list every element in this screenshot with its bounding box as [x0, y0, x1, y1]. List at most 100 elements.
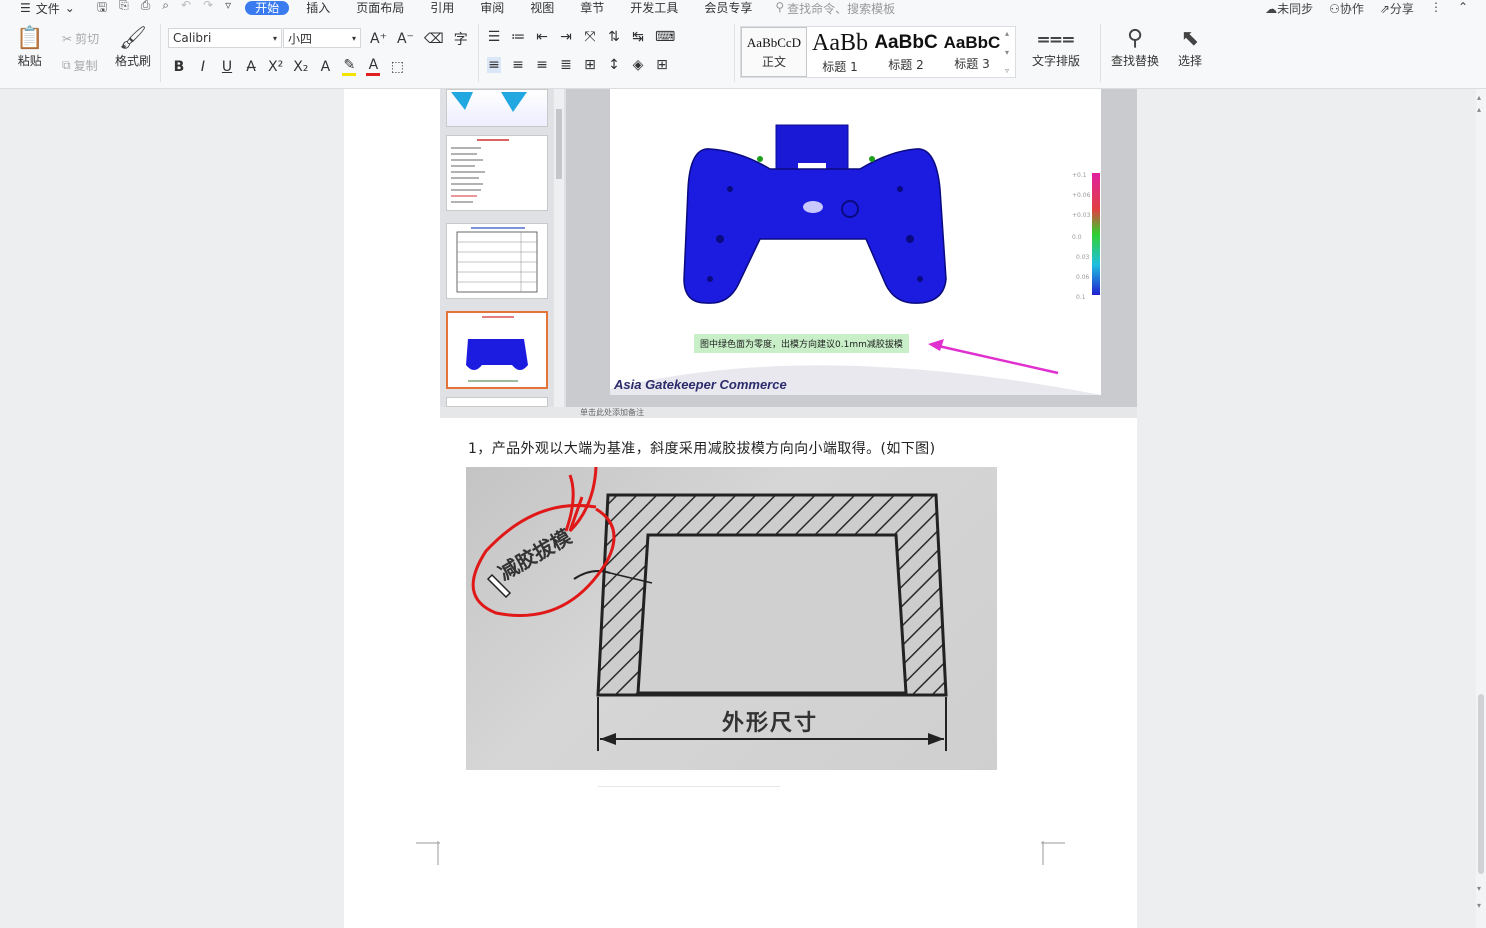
- thumbnail-image: [456, 227, 538, 293]
- style-gallery-scroll[interactable]: ▴ ▾ ▿: [1005, 27, 1015, 77]
- slide-thumbnail: [446, 89, 548, 127]
- distribute-icon[interactable]: ⊞: [583, 57, 597, 73]
- strikethrough-icon[interactable]: A̶: [244, 59, 258, 75]
- grow-font-icon[interactable]: A⁺: [370, 31, 387, 47]
- share-button[interactable]: ⇗分享: [1380, 0, 1414, 17]
- slide-thumbnail: [446, 223, 548, 299]
- underline-icon[interactable]: U: [220, 59, 234, 75]
- numbered-list-icon[interactable]: ≔: [511, 29, 525, 45]
- tab-view[interactable]: 视图: [517, 1, 567, 15]
- phonetic-guide-icon[interactable]: 字: [454, 29, 468, 49]
- thumbnail-scrollbar[interactable]: [554, 89, 564, 407]
- scroll-down-icon[interactable]: ▾: [1477, 884, 1481, 893]
- scrollbar-thumb[interactable]: [1478, 694, 1484, 874]
- tab-section[interactable]: 章节: [567, 1, 617, 15]
- command-search[interactable]: ⚲ 查找命令、搜索模板: [775, 0, 895, 17]
- expand-gallery-icon[interactable]: ▿: [1005, 66, 1015, 75]
- font-color-icon[interactable]: A: [366, 57, 381, 76]
- scissors-icon: ✂: [62, 31, 73, 46]
- user-icon: ⚇: [1329, 2, 1340, 16]
- collapse-ribbon-icon[interactable]: ⌃: [1458, 0, 1468, 17]
- command-search-placeholder: 查找命令、搜索模板: [787, 1, 896, 16]
- bullet-list-icon[interactable]: ☰: [487, 29, 501, 45]
- clear-format-icon[interactable]: ⌫: [424, 31, 444, 47]
- share-label: 分享: [1389, 2, 1414, 16]
- tab-insert[interactable]: 插入: [293, 1, 343, 15]
- format-painter-label: 格式刷: [115, 54, 152, 68]
- vertical-scrollbar[interactable]: ▴ ▴ ▾ ▾: [1476, 89, 1486, 928]
- embedded-slide-screenshot[interactable]: +0.1 +0.06 +0.03 0.0 0.03 0.06 0.1 图中绿色面…: [440, 89, 1137, 418]
- style-normal[interactable]: AaBbCcD 正文: [741, 27, 807, 77]
- select-button[interactable]: ⬉ 选择: [1178, 26, 1202, 69]
- sync-status[interactable]: ☁未同步: [1265, 0, 1313, 17]
- subscript-icon[interactable]: X₂: [293, 59, 308, 75]
- draft-angle-photo[interactable]: 减胶拔模 外形尺寸: [466, 467, 997, 770]
- page-corner-mark: [1041, 841, 1065, 865]
- scroll-up-icon[interactable]: ▴: [1477, 105, 1481, 114]
- style-heading-3[interactable]: AaBbC 标题 3: [939, 27, 1005, 77]
- text-layout-button[interactable]: ⩶ 文字排版: [1032, 26, 1080, 69]
- slide-notes-bar: 单击此处添加备注: [440, 407, 1137, 418]
- style-preview: AaBbCcD: [746, 34, 802, 50]
- sort-icon[interactable]: ⇅: [607, 29, 621, 45]
- tab-review[interactable]: 审阅: [467, 1, 517, 15]
- copy-button[interactable]: ⧉ 复制: [62, 57, 98, 74]
- decrease-indent-icon[interactable]: ⇤: [535, 29, 549, 45]
- style-heading-2[interactable]: AaBbC 标题 2: [873, 27, 939, 77]
- shrink-font-icon[interactable]: A⁻: [397, 31, 414, 47]
- line-spacing-icon[interactable]: ↕: [607, 57, 621, 73]
- document-page[interactable]: +0.1 +0.06 +0.03 0.0 0.03 0.06 0.1 图中绿色面…: [344, 89, 1137, 928]
- text-effect-icon[interactable]: A: [318, 59, 332, 75]
- align-right-icon[interactable]: ≡: [535, 57, 549, 73]
- svg-text:+0.1: +0.1: [1072, 172, 1087, 179]
- increase-indent-icon[interactable]: ⇥: [559, 29, 573, 45]
- show-marks-icon[interactable]: ⌨: [655, 29, 675, 45]
- align-left-icon[interactable]: ≡: [487, 57, 501, 73]
- font-name-select[interactable]: Calibri ▾: [168, 28, 282, 48]
- char-border-icon[interactable]: ⬚: [390, 59, 404, 75]
- paste-button[interactable]: 📋 粘贴: [16, 26, 43, 69]
- bold-icon[interactable]: B: [172, 59, 186, 75]
- chevron-up-icon[interactable]: ▴: [1005, 29, 1015, 38]
- tab-references[interactable]: 引用: [417, 1, 467, 15]
- italic-icon[interactable]: I: [196, 59, 210, 75]
- document-workspace: +0.1 +0.06 +0.03 0.0 0.03 0.06 0.1 图中绿色面…: [0, 89, 1476, 928]
- chevron-down-icon[interactable]: ▾: [1005, 48, 1015, 57]
- svg-text:+0.03: +0.03: [1072, 212, 1091, 219]
- scroll-down-icon[interactable]: ▾: [1477, 901, 1481, 910]
- style-preview: AaBb: [812, 29, 868, 56]
- cloud-icon: ☁: [1265, 2, 1278, 16]
- file-menu[interactable]: ☰ 文件 ⌄: [20, 0, 75, 17]
- scroll-up-icon[interactable]: ▴: [1477, 93, 1481, 102]
- divider: [478, 24, 479, 82]
- format-painter-button[interactable]: 🖌 格式刷: [115, 26, 151, 69]
- align-center-icon[interactable]: ≡: [511, 57, 525, 73]
- highlight-icon[interactable]: ✎: [342, 57, 357, 76]
- chevron-down-icon: ▾: [351, 33, 356, 43]
- scrollbar-thumb[interactable]: [556, 109, 562, 179]
- superscript-icon[interactable]: X²: [268, 59, 283, 75]
- tab-developer[interactable]: 开发工具: [617, 1, 691, 15]
- shading-icon[interactable]: ◈: [631, 57, 645, 73]
- tab-page-layout[interactable]: 页面布局: [343, 1, 417, 15]
- justify-icon[interactable]: ≣: [559, 57, 573, 73]
- borders-icon[interactable]: ⊞: [655, 57, 669, 73]
- find-replace-button[interactable]: ⚲ 查找替换: [1111, 26, 1159, 69]
- collaborate-button[interactable]: ⚇协作: [1329, 0, 1364, 17]
- slide-note-label: 图中绿色面为零度，出模方向建议0.1mm减胶拔模: [694, 334, 909, 353]
- slide-thumbnail-pane: [440, 89, 566, 407]
- body-paragraph[interactable]: 1，产品外观以大端为基准，斜度采用减胶拔模方向向小端取得。(如下图): [468, 438, 935, 458]
- paintbrush-icon: 🖌: [119, 26, 147, 51]
- style-heading-1[interactable]: AaBb 标题 1: [807, 27, 873, 77]
- style-label: 正文: [761, 54, 786, 69]
- style-preview: AaBbC: [943, 32, 1001, 52]
- font-size-select[interactable]: 小四 ▾: [283, 28, 361, 48]
- more-options-icon[interactable]: ⋮: [1430, 0, 1442, 17]
- chinese-layout-icon[interactable]: ⤧: [583, 29, 597, 45]
- magnifier-icon: ⚲: [1126, 26, 1144, 51]
- cut-button[interactable]: ✂ 剪切: [62, 30, 99, 47]
- text-direction-icon[interactable]: ↹: [631, 29, 645, 45]
- tab-home[interactable]: 开始: [245, 1, 290, 15]
- thumbnail-image: [466, 316, 528, 382]
- tab-member[interactable]: 会员专享: [691, 1, 765, 15]
